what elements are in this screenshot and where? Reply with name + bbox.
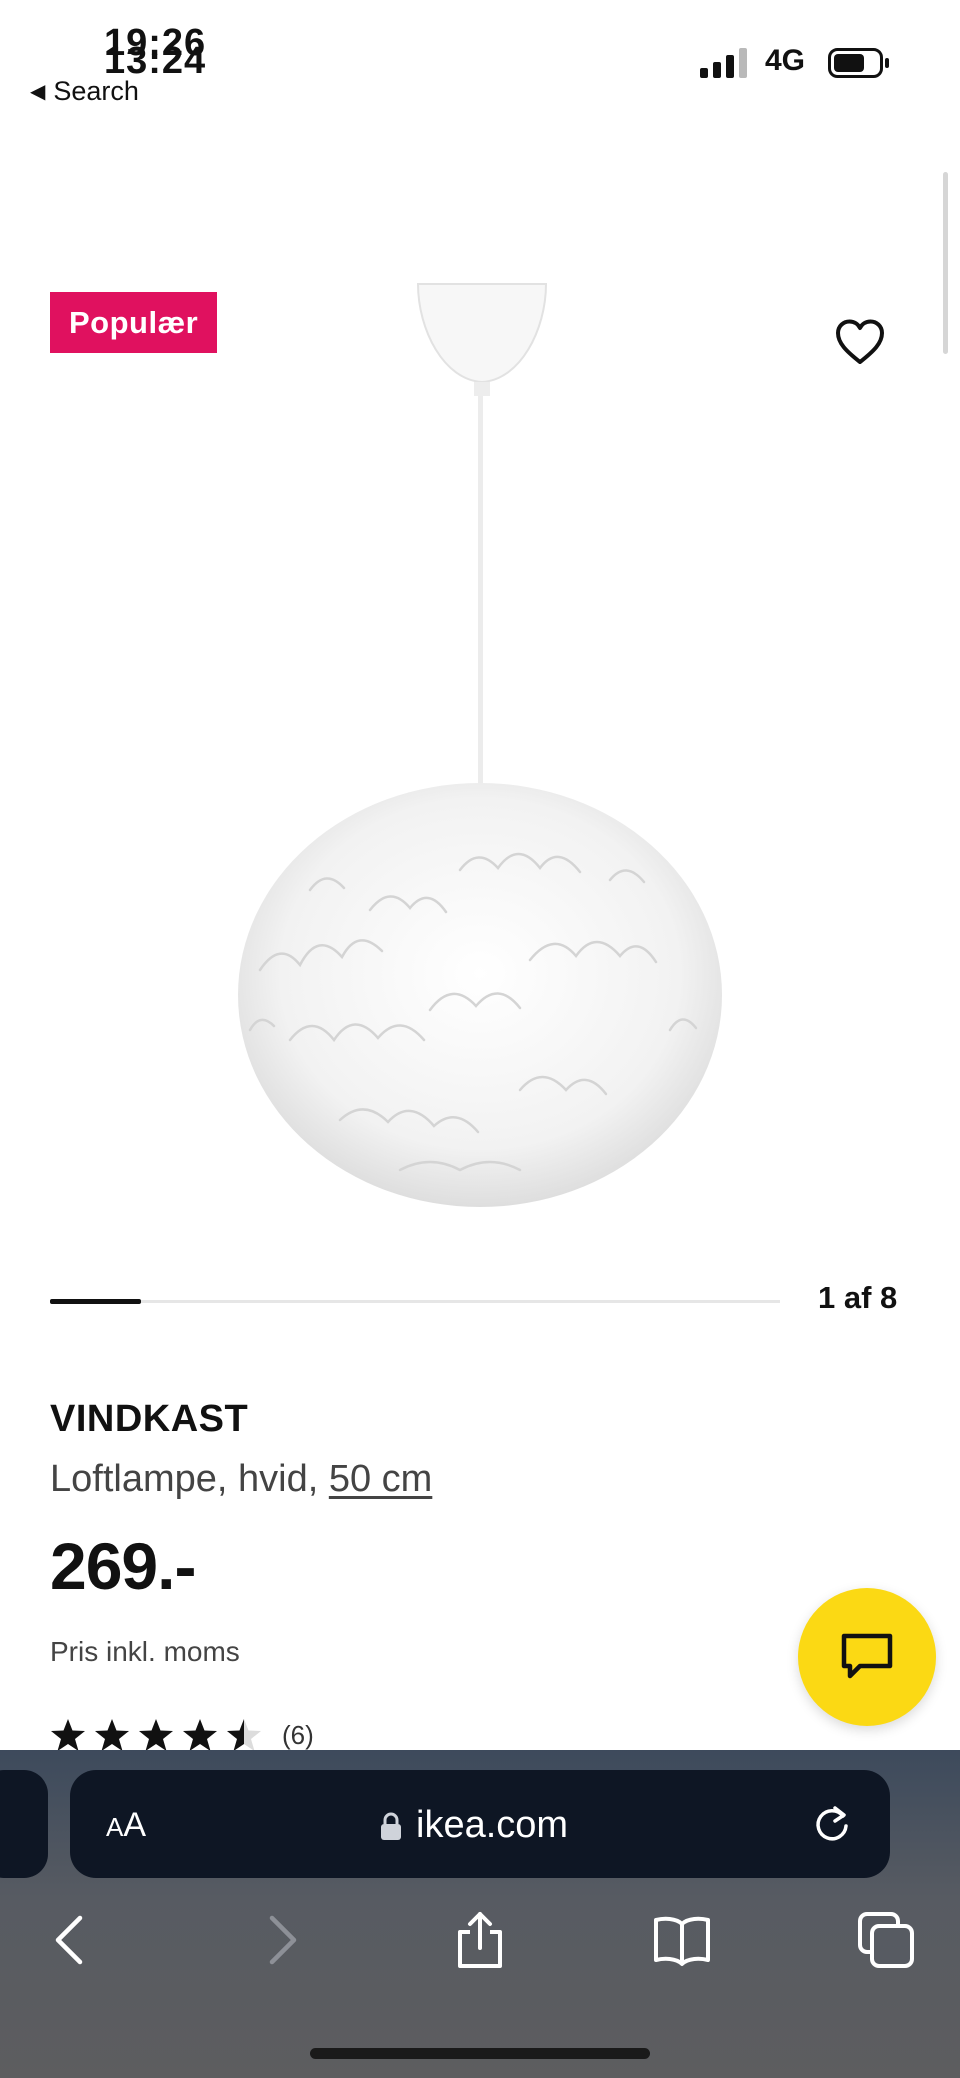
url-text: ikea.com xyxy=(416,1804,569,1846)
star-icon xyxy=(139,1719,173,1751)
chevron-right-icon[interactable] xyxy=(250,1910,310,1970)
status-bar: 19:26 13:24 ◀ Search 4G xyxy=(0,0,960,110)
scroll-indicator xyxy=(943,172,948,354)
previous-tab-preview[interactable] xyxy=(0,1770,48,1878)
back-label: Search xyxy=(53,76,139,106)
star-icon xyxy=(95,1719,129,1751)
chat-icon xyxy=(841,1633,893,1679)
rating[interactable]: (6) xyxy=(50,1718,314,1752)
network-label: 4G xyxy=(765,44,806,77)
url-display[interactable]: ikea.com xyxy=(380,1804,568,1847)
back-to-search-link[interactable]: ◀ Search xyxy=(30,76,139,107)
chevron-left-icon[interactable] xyxy=(42,1910,102,1970)
share-icon[interactable] xyxy=(450,1910,510,1970)
address-bar[interactable]: A A ikea.com xyxy=(70,1770,890,1878)
reload-icon[interactable] xyxy=(810,1802,854,1846)
signal-icon xyxy=(700,48,747,78)
lock-icon xyxy=(381,1812,401,1840)
back-triangle-icon: ◀ xyxy=(30,81,46,103)
product-description-text: Loftlampe, hvid, xyxy=(50,1458,319,1500)
gallery-count: 1 af 8 xyxy=(818,1280,898,1315)
star-icon xyxy=(183,1719,217,1751)
size-link[interactable]: 50 cm xyxy=(329,1458,432,1500)
gallery-progress-track xyxy=(50,1299,780,1304)
tabs-icon[interactable] xyxy=(856,1910,916,1970)
gallery-progress-fill xyxy=(50,1299,142,1304)
browser-toolbar: A A ikea.com xyxy=(0,1750,960,2078)
home-indicator xyxy=(310,2048,650,2059)
half-star-icon xyxy=(227,1719,261,1751)
heart-icon[interactable] xyxy=(834,318,886,366)
price-note: Pris inkl. moms xyxy=(50,1636,240,1667)
star-icon xyxy=(51,1719,85,1751)
product-price: 269.- xyxy=(50,1529,196,1603)
product-description: Loftlampe, hvid, 50 cm xyxy=(50,1458,432,1501)
product-image[interactable] xyxy=(230,270,730,1210)
book-icon[interactable] xyxy=(652,1910,712,1970)
chat-button[interactable] xyxy=(798,1588,936,1726)
text-size-button[interactable]: A A xyxy=(106,1806,146,1845)
battery-icon xyxy=(828,48,889,78)
rating-count: (6) xyxy=(282,1719,314,1750)
popular-badge: Populær xyxy=(50,292,218,353)
product-name: VINDKAST xyxy=(50,1398,249,1440)
